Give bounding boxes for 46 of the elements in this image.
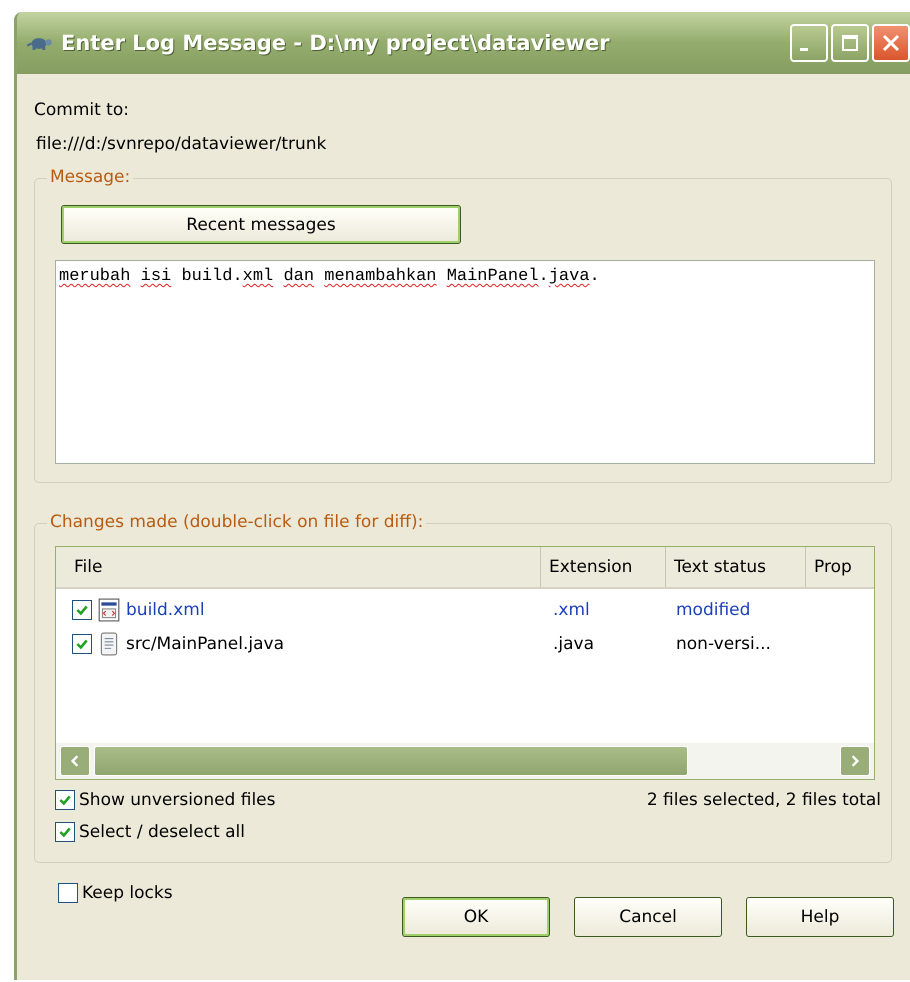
group-title: Message: <box>47 167 134 187</box>
group-title: Changes made (double-click on file for diff): <box>47 512 426 532</box>
file-name[interactable]: src/MainPanel.java <box>126 634 284 654</box>
column-header[interactable]: Text status <box>666 547 806 587</box>
minimize-button[interactable] <box>790 24 828 62</box>
scroll-thumb[interactable] <box>94 746 688 776</box>
check-icon <box>58 825 72 839</box>
table-cell-text: .java <box>552 634 596 654</box>
dialog-button[interactable]: Help <box>746 897 894 937</box>
close-icon <box>881 33 901 53</box>
xml-file-icon <box>98 598 120 622</box>
minimize-icon <box>800 48 808 50</box>
dialog-button[interactable]: Cancel <box>574 897 722 937</box>
maximize-icon <box>840 33 860 53</box>
check-icon <box>75 637 89 651</box>
column-header[interactable]: File <box>56 547 541 587</box>
turtle-icon <box>27 36 53 50</box>
selection-summary: 2 files selected, 2 files total <box>646 790 881 812</box>
commit-label: Commit to: <box>34 100 130 120</box>
checkbox-label[interactable]: Select / deselect all <box>79 822 246 842</box>
checkbox[interactable] <box>55 822 75 842</box>
column-header[interactable]: Prop <box>806 547 874 587</box>
maximize-button[interactable] <box>831 24 869 62</box>
scroll-left-button[interactable] <box>60 746 90 776</box>
table-cell-text: non-versi... <box>675 634 772 654</box>
check-icon <box>75 603 89 617</box>
checkbox[interactable] <box>72 600 92 620</box>
table-cell-text: modified <box>675 600 752 620</box>
checkbox-label[interactable]: Show unversioned files <box>79 790 276 810</box>
check-icon <box>58 793 72 807</box>
dialog-button[interactable]: OK <box>402 897 550 937</box>
scroll-right-button[interactable] <box>840 746 870 776</box>
checkbox-label[interactable]: Keep locks <box>82 883 173 903</box>
checkbox[interactable] <box>58 883 78 903</box>
window-title: Enter Log Message - D:\my project\dataviewer <box>61 31 610 55</box>
checkbox[interactable] <box>55 790 75 810</box>
recent-messages-button[interactable]: Recent messages <box>61 205 461 244</box>
file-name[interactable]: build.xml <box>126 600 205 620</box>
message-field[interactable]: merubah isi build.xml dan menambahkan MainPanel.java. <box>55 260 875 464</box>
column-header[interactable]: Extension <box>541 547 666 587</box>
checkbox[interactable] <box>72 634 92 654</box>
horizontal-scrollbar[interactable] <box>56 743 874 779</box>
table-cell-text: .xml <box>552 600 591 620</box>
text-file-icon <box>98 632 120 656</box>
repository-url: file:///d:/svnrepo/dataviewer/trunk <box>36 134 328 154</box>
close-button[interactable] <box>872 24 910 62</box>
